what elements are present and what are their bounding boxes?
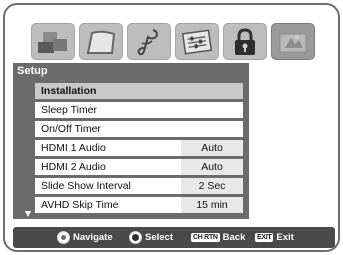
menu-icon-bar [31, 23, 316, 61]
back-label: Back [222, 232, 246, 243]
preferences-icon [181, 28, 213, 55]
menu-item-label: Installation [41, 85, 97, 97]
tab-picture[interactable] [31, 23, 75, 60]
exit-hint: EXIT Exit [255, 227, 294, 248]
panel-title: Setup [17, 65, 48, 77]
menu-item-slide-show-interval[interactable]: Slide Show Interval 2 Sec [35, 178, 243, 194]
menu-item-avhd-skip-time[interactable]: AVHD Skip Time 15 min [35, 197, 243, 213]
tab-preferences[interactable] [175, 23, 219, 60]
navigate-hint: Navigate [57, 227, 113, 248]
sound-icon [86, 30, 116, 54]
select-hint: Select [129, 227, 173, 248]
footer-hint-bar: Navigate Select CH RTN Back EXIT Exit [13, 227, 335, 248]
menu-item-label: HDMI 2 Audio [41, 161, 106, 173]
back-hint: CH RTN Back [191, 227, 245, 248]
exit-label: Exit [276, 232, 294, 243]
scroll-down-arrow-icon[interactable] [25, 211, 31, 217]
tab-music[interactable] [127, 23, 171, 60]
menu-item-label: Sleep Timer [41, 104, 98, 116]
menu-item-value[interactable]: Auto [181, 159, 243, 175]
menu-item-value[interactable]: Auto [181, 140, 243, 156]
exit-key-icon: EXIT [255, 233, 274, 242]
tab-setup[interactable] [271, 23, 315, 60]
tab-locks[interactable] [223, 23, 267, 60]
menu-item-label: On/Off Timer [41, 123, 101, 135]
menu-item-label: AVHD Skip Time [41, 199, 119, 211]
select-label: Select [145, 232, 173, 243]
ch-rtn-key-icon: CH RTN [191, 233, 220, 242]
menu-item-value[interactable]: 2 Sec [181, 178, 243, 194]
enter-button-icon [129, 231, 142, 244]
navigate-label: Navigate [73, 232, 113, 243]
picture-icon [38, 31, 67, 53]
setup-icon [279, 33, 307, 52]
menu-item-hdmi1-audio[interactable]: HDMI 1 Audio Auto [35, 140, 243, 156]
setup-panel: Setup Installation Sleep Timer On/Off Ti… [13, 63, 249, 219]
menu-item-installation[interactable]: Installation [35, 83, 243, 99]
menu-item-sleep-timer[interactable]: Sleep Timer [35, 102, 243, 118]
menu-item-label: Slide Show Interval [41, 180, 131, 192]
menu-item-hdmi2-audio[interactable]: HDMI 2 Audio Auto [35, 159, 243, 175]
tab-sound[interactable] [79, 23, 123, 60]
menu-item-on-off-timer[interactable]: On/Off Timer [35, 121, 243, 137]
menu-item-label: HDMI 1 Audio [41, 142, 106, 154]
lock-icon [235, 27, 255, 55]
music-note-icon [137, 28, 158, 55]
tv-menu-screen: Setup Installation Sleep Timer On/Off Ti… [3, 3, 340, 252]
menu-item-value[interactable]: 15 min [181, 197, 243, 213]
navigation-pad-icon [57, 231, 70, 244]
